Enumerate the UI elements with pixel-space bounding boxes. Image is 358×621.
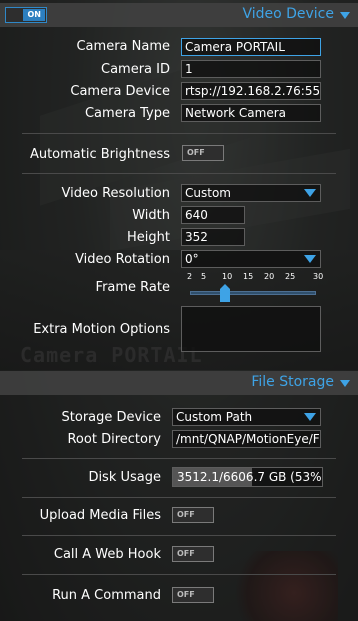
- upload-media-toggle[interactable]: OFF: [172, 507, 214, 523]
- camera-id-input[interactable]: 1: [181, 60, 321, 78]
- run-command-label: Run A Command: [52, 588, 161, 603]
- file-storage-title: File Storage: [251, 374, 334, 390]
- video-resolution-select[interactable]: Custom: [181, 184, 321, 202]
- width-label: Width: [132, 208, 170, 223]
- divider: [22, 535, 336, 536]
- chevron-down-icon: [304, 189, 316, 197]
- camera-id-label: Camera ID: [101, 62, 170, 77]
- frame-rate-tick: 20: [264, 272, 275, 281]
- disk-usage-label: Disk Usage: [88, 470, 161, 485]
- video-device-title: Video Device: [242, 6, 334, 22]
- file-storage-header[interactable]: File Storage: [0, 371, 358, 395]
- disk-usage-bar: 3512.1/6606.7 GB (53%): [172, 467, 323, 487]
- video-device-toggle[interactable]: ON: [5, 7, 47, 23]
- frame-rate-slider-track[interactable]: [190, 291, 316, 295]
- frame-rate-tick: 10: [222, 272, 233, 281]
- frame-rate-tick: 30: [313, 272, 324, 281]
- camera-type-label: Camera Type: [84, 106, 170, 121]
- divider: [22, 133, 336, 134]
- camera-type-input[interactable]: Network Camera: [181, 104, 321, 122]
- divider: [22, 574, 336, 575]
- frame-rate-slider-handle[interactable]: [220, 284, 230, 302]
- video-resolution-label: Video Resolution: [61, 186, 170, 201]
- camera-name-label: Camera Name: [76, 39, 170, 54]
- upload-media-label: Upload Media Files: [39, 508, 161, 523]
- storage-device-label: Storage Device: [61, 410, 161, 425]
- extra-motion-label: Extra Motion Options: [33, 322, 170, 337]
- width-input[interactable]: 640: [181, 206, 245, 224]
- root-directory-input[interactable]: /mnt/QNAP/MotionEye/F: [172, 430, 321, 448]
- height-input[interactable]: 352: [181, 228, 245, 246]
- auto-brightness-label: Automatic Brightness: [29, 147, 170, 162]
- chevron-down-icon: [304, 413, 316, 421]
- camera-device-label: Camera Device: [70, 84, 170, 99]
- chevron-down-icon: [304, 255, 316, 263]
- video-device-header[interactable]: ON Video Device: [0, 3, 358, 27]
- frame-rate-tick: 5: [201, 272, 207, 281]
- triangle-down-icon: [340, 380, 350, 387]
- auto-brightness-toggle[interactable]: OFF: [182, 145, 224, 161]
- camera-device-input[interactable]: rtsp://192.168.2.76:554: [181, 82, 321, 100]
- frame-rate-tick: 25: [285, 272, 296, 281]
- triangle-down-icon: [340, 12, 350, 19]
- divider: [22, 173, 336, 174]
- frame-rate-tick: 15: [243, 272, 254, 281]
- extra-motion-textarea[interactable]: [181, 306, 321, 352]
- storage-device-select[interactable]: Custom Path: [172, 408, 321, 426]
- video-rotation-label: Video Rotation: [75, 252, 170, 267]
- web-hook-toggle[interactable]: OFF: [172, 546, 214, 562]
- run-command-toggle[interactable]: OFF: [172, 587, 214, 603]
- frame-rate-label: Frame Rate: [95, 280, 170, 295]
- disk-usage-text: 3512.1/6606.7 GB (53%): [177, 470, 323, 484]
- divider: [22, 497, 336, 498]
- root-directory-label: Root Directory: [67, 432, 161, 447]
- divider: [22, 458, 336, 459]
- camera-name-input[interactable]: Camera PORTAIL: [181, 38, 321, 56]
- frame-rate-tick: 2: [187, 272, 193, 281]
- height-label: Height: [127, 230, 170, 245]
- video-rotation-select[interactable]: 0°: [181, 250, 321, 268]
- web-hook-label: Call A Web Hook: [53, 547, 161, 562]
